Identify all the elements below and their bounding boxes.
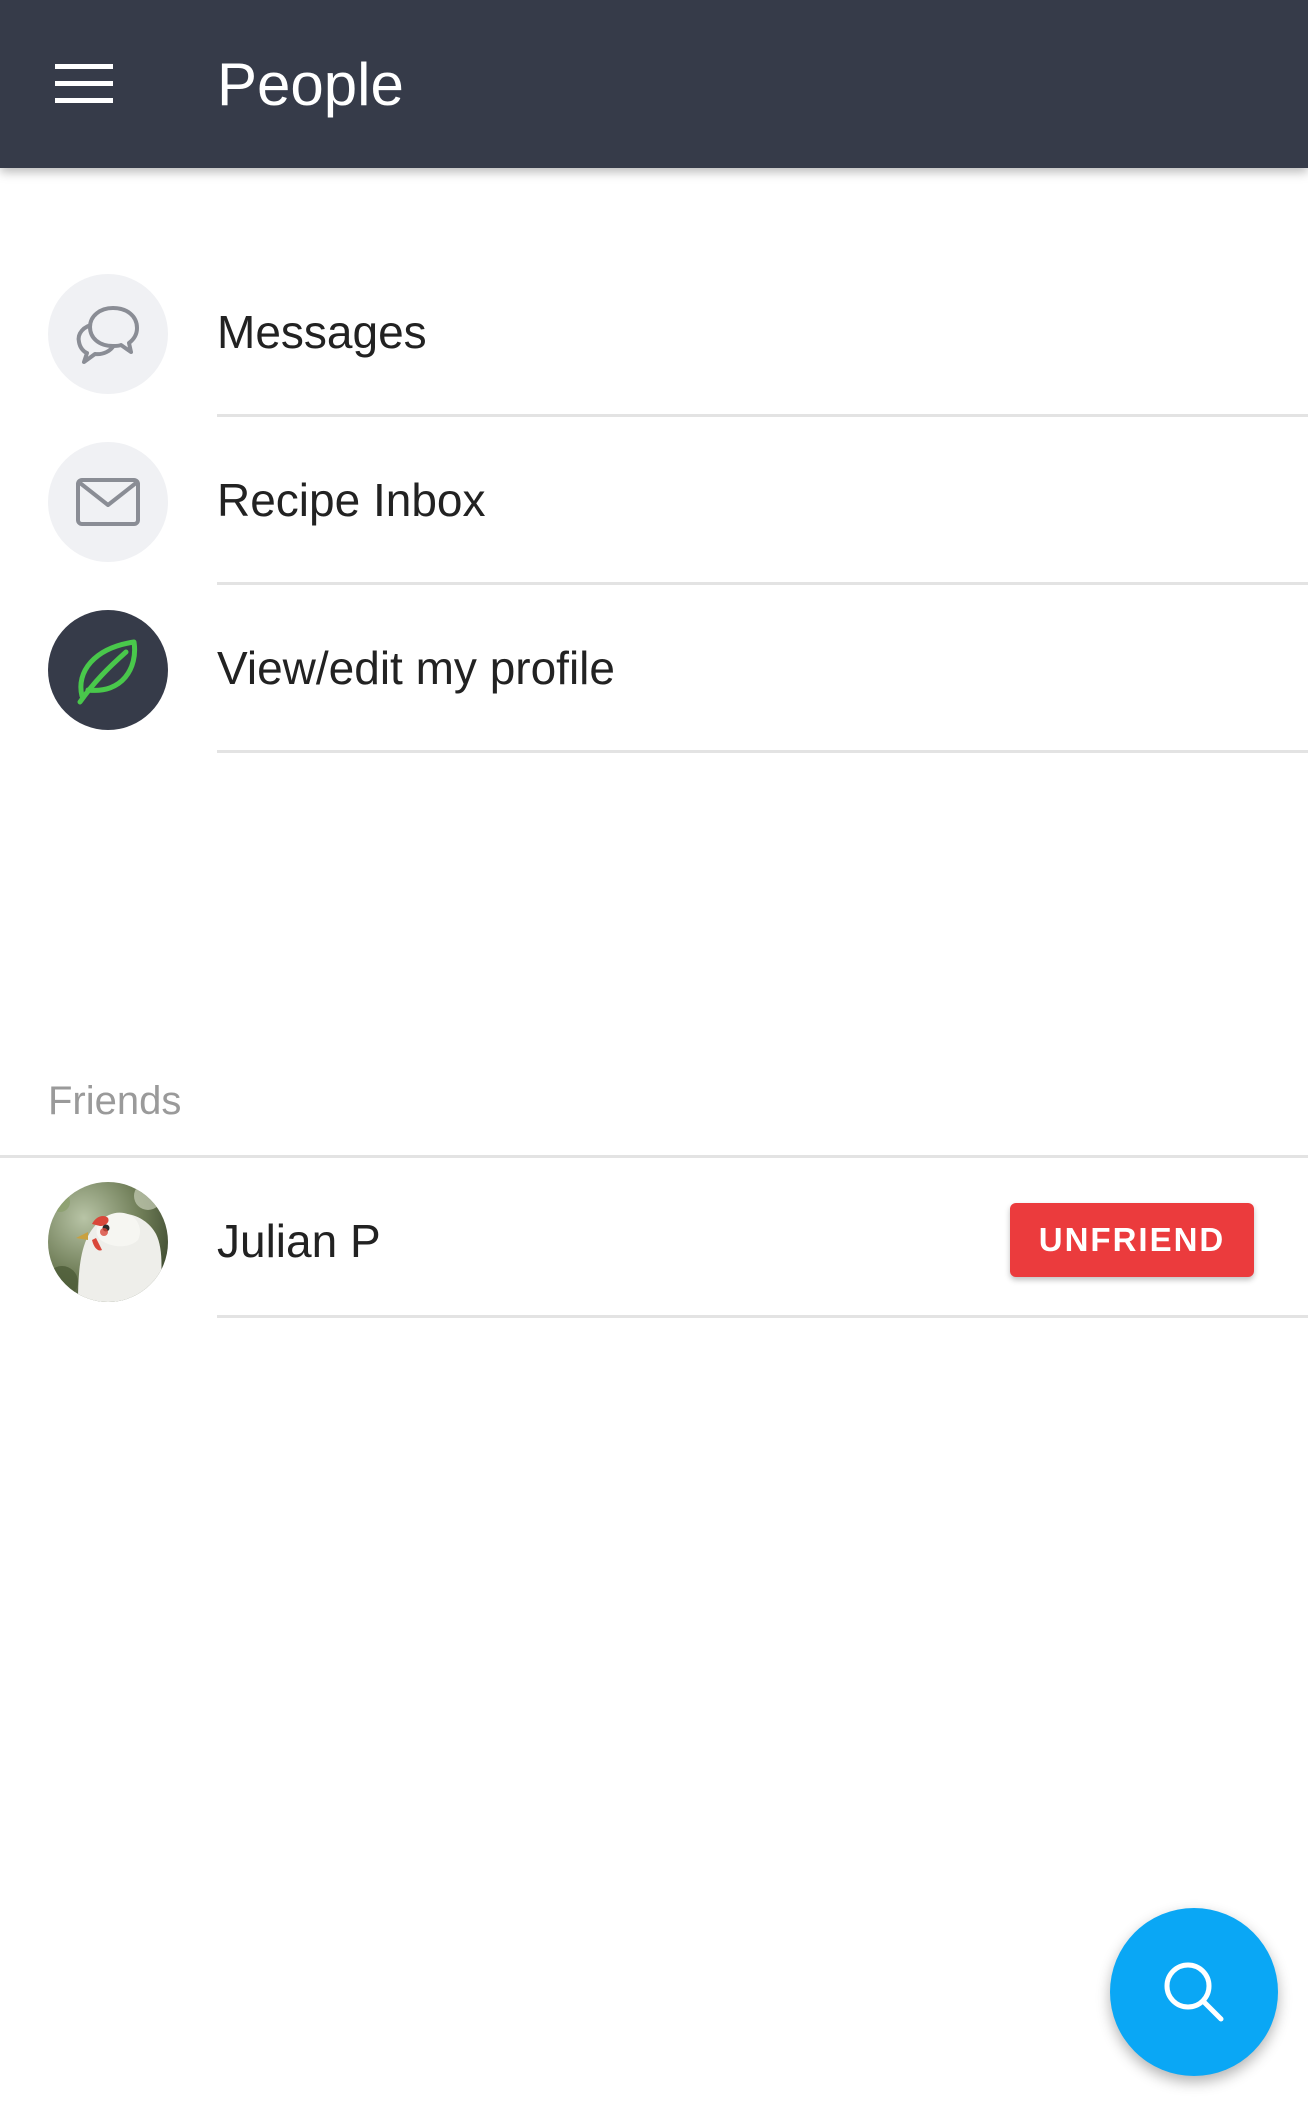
divider [217, 750, 1308, 753]
menu-item-label: Messages [217, 306, 427, 358]
menu-button[interactable] [34, 40, 134, 128]
avatar[interactable] [48, 1182, 168, 1302]
divider [217, 414, 1308, 417]
divider [217, 1315, 1308, 1318]
chicken-photo-avatar [48, 1182, 168, 1302]
search-fab-button[interactable] [1110, 1908, 1278, 2076]
unfriend-button[interactable]: UNFRIEND [1010, 1203, 1254, 1277]
profile-icon-badge [48, 610, 168, 730]
page-title: People [217, 51, 404, 118]
hamburger-menu-icon [55, 64, 113, 103]
messages-icon-badge [48, 274, 168, 394]
divider [217, 582, 1308, 585]
recipe-inbox-icon-badge [48, 442, 168, 562]
menu-item-label: View/edit my profile [217, 642, 615, 694]
app-bar: People [0, 0, 1308, 168]
friends-section-header: Friends [48, 1079, 182, 1123]
chat-bubbles-icon [76, 306, 139, 364]
menu-item-label: Recipe Inbox [217, 474, 486, 526]
search-icon [1164, 1962, 1224, 2022]
envelope-icon [76, 478, 140, 526]
leaf-icon [77, 639, 138, 705]
friend-name[interactable]: Julian P [217, 1213, 381, 1269]
divider [0, 1155, 1308, 1158]
